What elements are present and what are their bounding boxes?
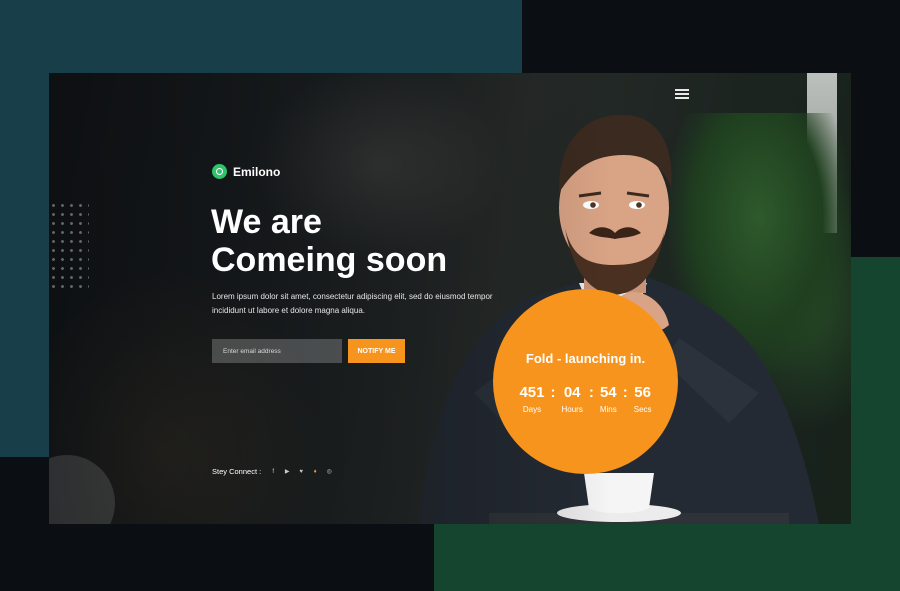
hero-headline: We are Comeing soon <box>211 203 447 279</box>
pinterest-icon[interactable]: ♥ <box>297 469 305 475</box>
secs-label: Secs <box>633 405 652 414</box>
countdown-timer: 451 Days : 04 Hours : 54 Mins : 56 Secs <box>493 384 678 415</box>
facebook-icon[interactable]: f <box>269 469 277 475</box>
social-links: Stey Connect : f ▶ ♥ ♦ ◎ <box>212 467 333 476</box>
countdown-title: Fold - launching in. <box>525 351 646 366</box>
email-input[interactable] <box>212 339 342 363</box>
days-label: Days <box>522 405 542 414</box>
notify-me-button[interactable]: NOTIFY ME <box>348 339 405 363</box>
countdown-separator: : <box>550 384 556 401</box>
headline-line-2: Comeing soon <box>211 241 448 279</box>
hours-value: 04 <box>563 384 581 401</box>
countdown-circle: Fold - launching in. 451 Days : 04 Hours… <box>493 289 678 474</box>
youtube-icon[interactable]: ▶ <box>283 468 291 475</box>
brand-name: Emilono <box>233 164 281 179</box>
headline-line-1: We are <box>211 203 322 241</box>
countdown-separator: : <box>622 384 628 401</box>
countdown-secs: 56 Secs <box>633 384 652 415</box>
countdown-hours: 04 Hours <box>561 384 583 415</box>
skype-icon[interactable]: ◎ <box>325 468 333 475</box>
secs-value: 56 <box>634 384 651 401</box>
days-value: 451 <box>519 384 545 401</box>
hero-description: Lorem ipsum dolor sit amet, consectetur … <box>212 292 493 315</box>
social-label: Stey Connect : <box>212 467 262 476</box>
mins-value: 54 <box>599 384 617 401</box>
countdown-days: 451 Days <box>519 384 545 415</box>
brand-logo[interactable]: Emilono <box>212 164 280 179</box>
dot-pattern-decoration <box>49 201 89 289</box>
hours-label: Hours <box>561 405 583 414</box>
hamburger-menu-icon[interactable] <box>675 89 689 99</box>
countdown-mins: 54 Mins <box>599 384 617 415</box>
subscribe-form: NOTIFY ME <box>212 339 405 363</box>
hero-frame: Emilono We are Comeing soon Lorem ipsum … <box>49 73 851 524</box>
twitter-icon[interactable]: ♦ <box>311 469 319 475</box>
mins-label: Mins <box>599 405 617 414</box>
countdown-separator: : <box>588 384 594 401</box>
logo-icon <box>212 164 227 179</box>
